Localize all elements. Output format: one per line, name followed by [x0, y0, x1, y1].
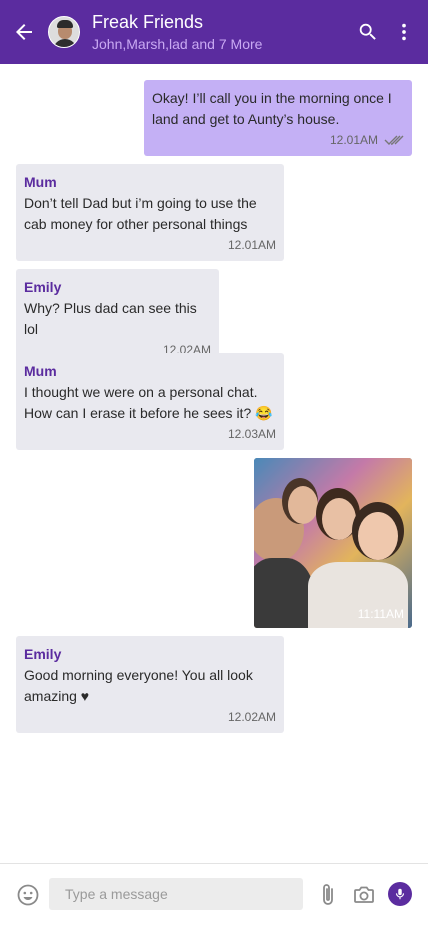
paperclip-icon: [323, 884, 333, 905]
chat-screen: Freak Friends John,Marsh,lad and 7 More …: [0, 0, 428, 926]
message-outgoing[interactable]: Okay! I’ll call you in the morning once …: [144, 80, 412, 156]
emoji-icon: [17, 884, 39, 906]
message-time: 12.01AM: [329, 133, 378, 147]
message-incoming[interactable]: Emily Good morning everyone! You all loo…: [16, 636, 284, 733]
message-text: I thought we were on a personal chat. Ho…: [24, 384, 273, 421]
message-time: 12.03AM: [227, 427, 276, 441]
message-image[interactable]: 11:11AM: [254, 458, 412, 628]
message-text: Why? Plus dad can see this lol: [24, 300, 197, 337]
message-incoming[interactable]: Mum I thought we were on a personal chat…: [16, 353, 284, 450]
menu-button[interactable]: [386, 0, 422, 64]
message-text: Don’t tell Dad but i’m going to use the …: [24, 195, 257, 232]
chat-members: John,Marsh,lad and 7 More: [92, 36, 263, 52]
message-list[interactable]: Okay! I’ll call you in the morning once …: [0, 64, 428, 864]
message-input[interactable]: [49, 878, 303, 910]
message-text: Okay! I’ll call you in the morning once …: [152, 90, 392, 127]
chat-title: Freak Friends: [92, 12, 204, 32]
microphone-icon: [395, 888, 405, 900]
more-vertical-icon: [402, 23, 406, 41]
message-time: 12.01AM: [227, 238, 276, 252]
double-check-icon: [384, 135, 404, 145]
message-composer: [0, 863, 428, 926]
message-sender: Emily: [24, 279, 62, 295]
message-incoming[interactable]: Mum Don’t tell Dad but i’m going to use …: [16, 164, 284, 261]
camera-button[interactable]: [352, 883, 376, 907]
message-time: 11:11AM: [357, 607, 404, 621]
chat-title-block[interactable]: Freak Friends John,Marsh,lad and 7 More: [92, 11, 350, 53]
arrow-left-icon: [16, 24, 32, 40]
group-avatar[interactable]: [48, 16, 80, 48]
message-text: Good morning everyone! You all look amaz…: [24, 667, 253, 704]
voice-record-button[interactable]: [388, 882, 412, 906]
message-incoming[interactable]: Emily Why? Plus dad can see this lol 12.…: [16, 269, 219, 366]
attach-button[interactable]: [318, 882, 338, 908]
message-sender: Mum: [24, 174, 57, 190]
message-time: 12.02AM: [227, 710, 276, 724]
message-sender: Emily: [24, 646, 62, 662]
message-sender: Mum: [24, 363, 57, 379]
search-button[interactable]: [350, 0, 386, 64]
search-icon: [359, 23, 376, 40]
emoji-button[interactable]: [16, 883, 40, 907]
camera-icon: [354, 886, 374, 903]
chat-header: Freak Friends John,Marsh,lad and 7 More: [0, 0, 428, 64]
back-button[interactable]: [0, 0, 48, 64]
